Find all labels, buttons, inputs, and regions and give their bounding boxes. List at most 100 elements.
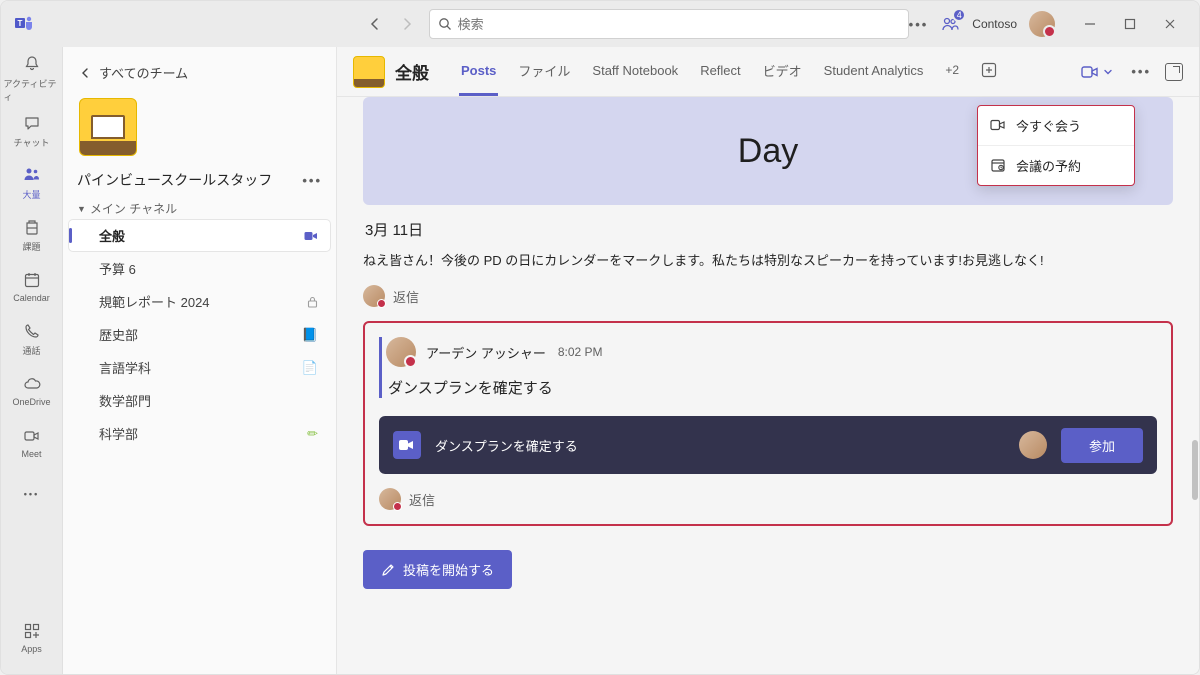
avatar-icon — [386, 337, 416, 367]
channel-tabs: Posts ファイル Staff Notebook Reflect ビデオ St… — [459, 47, 999, 96]
tab-overflow[interactable]: +2 — [943, 47, 961, 96]
tab-student-analytics[interactable]: Student Analytics — [822, 47, 926, 96]
channel-label: 歴史部 — [99, 325, 138, 344]
camera-icon — [21, 425, 43, 447]
meet-button[interactable] — [1077, 61, 1117, 83]
titlebar-more-button[interactable]: ••• — [909, 17, 929, 32]
nav-back-button[interactable] — [361, 10, 389, 38]
avatar-icon — [363, 285, 385, 307]
tab-label: Posts — [461, 63, 496, 78]
channel-budget[interactable]: 予算 6 — [69, 253, 330, 284]
tab-staff-notebook[interactable]: Staff Notebook — [590, 47, 680, 96]
channel-label: 全般 — [99, 226, 125, 245]
rail-apps[interactable]: Apps — [4, 612, 60, 662]
channel-avatar-icon — [353, 56, 385, 88]
schedule-meeting-item[interactable]: 会議の予約 — [978, 145, 1134, 185]
channel-label: 規範レポート 2024 — [99, 292, 210, 311]
channel-language[interactable]: 言語学科📄 — [69, 352, 330, 383]
teams-logo-icon: T — [13, 13, 35, 35]
rail-more[interactable]: ••• — [4, 469, 60, 519]
rail-assignments[interactable]: 課題 — [4, 209, 60, 259]
window-maximize-button[interactable] — [1113, 10, 1147, 38]
team-more-button[interactable]: ••• — [302, 173, 322, 188]
meet-menu: 今すぐ会う 会議の予約 — [977, 105, 1135, 186]
post-body: ねえ皆さん！今後の PD の日にカレンダーをマークします。私たちは特別なスピーカ… — [363, 250, 1173, 269]
plus-box-icon — [981, 62, 997, 78]
schedule-label: 会議の予約 — [1016, 156, 1081, 175]
header-more-button[interactable]: ••• — [1131, 64, 1151, 79]
new-post-button[interactable]: 投稿を開始する — [363, 550, 512, 589]
join-button[interactable]: 参加 — [1061, 428, 1143, 463]
user-avatar[interactable] — [1029, 11, 1055, 37]
banner-text: Day — [738, 132, 798, 171]
app-rail: アクティビティ チャット 大量 課題 Calendar 通話 OneDrive … — [1, 47, 63, 674]
people-icon[interactable]: 4 — [940, 14, 960, 34]
team-name: パインビュースクールスタッフ — [77, 170, 302, 190]
reply-label: 返信 — [393, 287, 419, 306]
tab-label: Reflect — [700, 63, 740, 78]
meeting-join-bar: ダンスプランを確定する 参加 — [379, 416, 1157, 474]
backpack-icon — [21, 216, 43, 238]
tab-posts[interactable]: Posts — [459, 47, 498, 96]
rail-label: アクティビティ — [4, 77, 60, 103]
rail-calendar[interactable]: Calendar — [4, 261, 60, 311]
camera-icon — [1081, 65, 1099, 79]
tab-video[interactable]: ビデオ — [761, 47, 804, 96]
tab-add-button[interactable] — [979, 47, 999, 96]
lock-icon — [307, 296, 318, 308]
post-date: 3月 11日 — [365, 219, 1171, 240]
search-box[interactable] — [429, 9, 909, 39]
rail-label: チャット — [14, 136, 50, 149]
rail-teams[interactable]: 大量 — [4, 157, 60, 207]
svg-text:T: T — [17, 19, 22, 28]
channel-math[interactable]: 数学部門 — [69, 385, 330, 416]
back-label: すべてのチーム — [99, 63, 188, 82]
phone-icon — [21, 320, 43, 342]
avatar-icon — [379, 488, 401, 510]
teams-icon — [21, 164, 43, 186]
scrollbar[interactable] — [1192, 440, 1198, 500]
nav-forward-button[interactable] — [393, 10, 421, 38]
window-minimize-button[interactable] — [1073, 10, 1107, 38]
meeting-title: ダンスプランを確定する — [435, 436, 1005, 455]
section-header[interactable]: ▼メイン チャネル — [63, 196, 336, 219]
rail-label: 通話 — [22, 344, 40, 357]
window-close-button[interactable] — [1153, 10, 1187, 38]
tab-label: Staff Notebook — [592, 63, 678, 78]
reply-row[interactable]: 返信 — [363, 285, 1173, 307]
search-input[interactable] — [458, 17, 900, 32]
highlighted-post-card: アーデン アッシャー 8:02 PM ダンスプランを確定する ダンスプランを確定… — [363, 321, 1173, 526]
section-label: メイン チャネル — [90, 200, 177, 217]
tab-overflow-label: +2 — [945, 63, 959, 77]
tab-reflect[interactable]: Reflect — [698, 47, 742, 96]
channel-report[interactable]: 規範レポート 2024 — [69, 286, 330, 317]
rail-calls[interactable]: 通話 — [4, 313, 60, 363]
rail-onedrive[interactable]: OneDrive — [4, 365, 60, 415]
tab-label: Student Analytics — [824, 63, 924, 78]
back-to-teams-button[interactable]: すべてのチーム — [63, 57, 336, 94]
rail-label: Calendar — [13, 293, 50, 303]
reply-row[interactable]: 返信 — [379, 488, 1157, 510]
reply-label: 返信 — [409, 490, 435, 509]
rail-activity[interactable]: アクティビティ — [4, 53, 60, 103]
rail-label: Apps — [21, 644, 42, 654]
rail-label: 大量 — [22, 188, 40, 201]
rail-label: OneDrive — [12, 397, 50, 407]
meet-now-item[interactable]: 今すぐ会う — [978, 106, 1134, 145]
popout-button[interactable] — [1165, 63, 1183, 81]
channel-science[interactable]: 科学部✏ — [69, 418, 330, 449]
tab-files[interactable]: ファイル — [516, 47, 572, 96]
channel-general[interactable]: 全般 — [69, 220, 330, 251]
channel-sidebar: すべてのチーム パインビュースクールスタッフ ••• ▼メイン チャネル 全般 … — [63, 47, 337, 674]
doc-icon: 📘 — [302, 327, 318, 343]
chat-icon — [21, 112, 43, 134]
people-badge: 4 — [952, 8, 966, 22]
post-time: 8:02 PM — [558, 345, 603, 359]
rail-meet[interactable]: Meet — [4, 417, 60, 467]
cloud-icon — [21, 373, 43, 395]
doc-icon: 📄 — [302, 360, 318, 376]
meet-now-label: 今すぐ会う — [1016, 116, 1081, 135]
channel-history[interactable]: 歴史部 📘 — [69, 319, 330, 350]
channel-label: 科学部 — [99, 424, 138, 443]
rail-chat[interactable]: チャット — [4, 105, 60, 155]
